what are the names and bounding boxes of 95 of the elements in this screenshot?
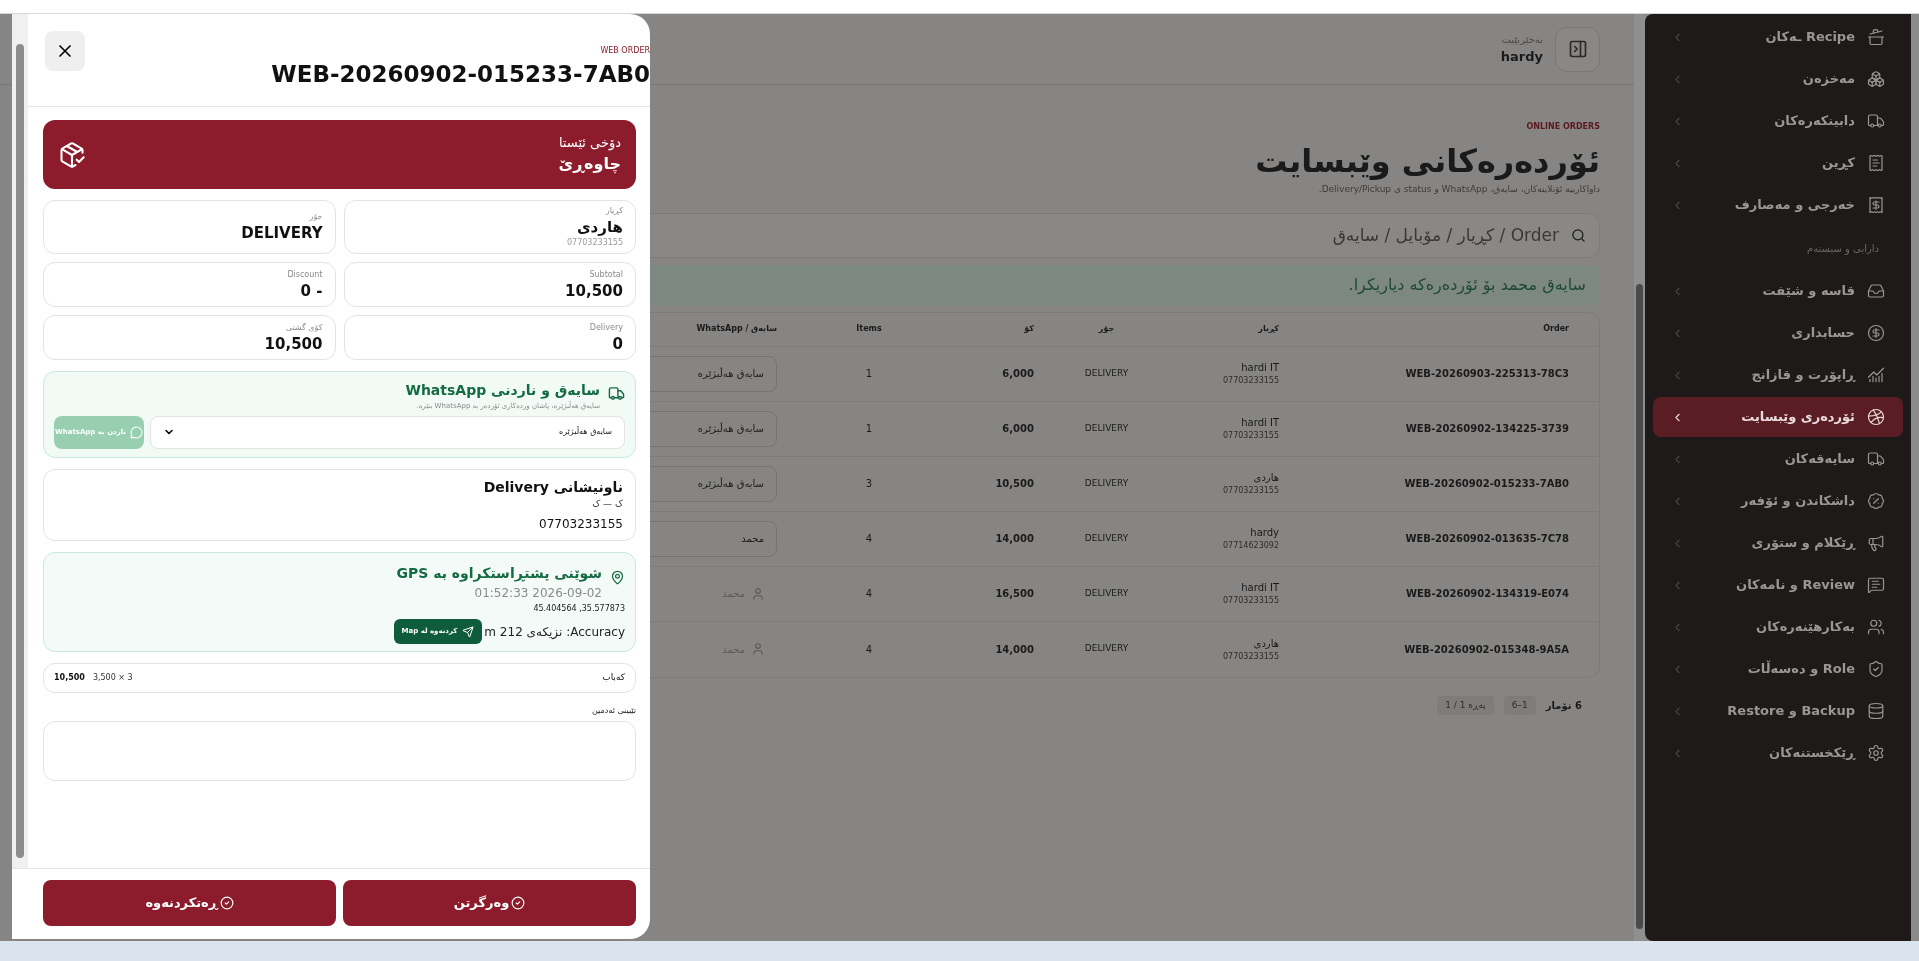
- customer-phone: 07703233155: [1223, 650, 1279, 663]
- info-value: 10,500: [565, 280, 623, 301]
- info-label: Discount: [287, 268, 323, 281]
- info-label: Subtotal: [589, 268, 623, 281]
- sidebar-item[interactable]: Recipe ـەکان: [1653, 17, 1903, 57]
- sidebar-item[interactable]: قاسە و شێفت: [1653, 271, 1903, 311]
- section-label: دارایی و سیستەم: [1806, 241, 1879, 256]
- customer-phone: 07703233155: [1223, 430, 1279, 442]
- dialog-title: WEB-20260902-015233-7AB0: [271, 60, 650, 89]
- info-value: 0: [612, 333, 623, 354]
- item-count: 4: [864, 587, 874, 601]
- info-label: جۆر: [309, 211, 323, 223]
- order-total: 6,000: [1001, 367, 1034, 381]
- page-eyebrow: ONLINE ORDERS: [1526, 121, 1600, 133]
- dialog-eyebrow: WEB ORDER: [600, 45, 650, 57]
- sidebar-item[interactable]: کڕین: [1653, 143, 1903, 183]
- gps-coordinates: 35.577873, 45.404564: [533, 603, 625, 615]
- sidebar-item[interactable]: خەرجی و مەصارف: [1653, 185, 1903, 225]
- item-count: 1: [864, 367, 874, 381]
- sidebar-item[interactable]: Review و نامەکان: [1653, 565, 1903, 605]
- info-sub: 07703233155: [567, 237, 623, 249]
- info-value: 0 -: [300, 280, 323, 301]
- item-count: 4: [864, 532, 874, 546]
- sidebar-item[interactable]: ڕێکخستنەکان: [1653, 733, 1903, 773]
- driver-select[interactable]: سایەق هەڵبژێرە: [150, 415, 625, 449]
- column-header: جۆر: [1098, 323, 1115, 335]
- item-total: 10,500: [54, 672, 85, 684]
- page-badge: پەڕە 1 / 1: [1437, 695, 1494, 715]
- action-button[interactable]: ڕەتکردنەوە: [43, 880, 336, 926]
- sidebar-item[interactable]: داشکاندن و ئۆفەر: [1653, 481, 1903, 521]
- customer-phone: 07703233155: [1223, 595, 1279, 607]
- item-count: 3: [864, 477, 874, 491]
- order-type: DELIVERY: [1083, 642, 1130, 656]
- range-badge: 1–6: [1503, 695, 1536, 715]
- customer-name: hardi IT: [1241, 581, 1279, 595]
- sidebar-item[interactable]: حسابداری: [1653, 313, 1903, 353]
- page-title: ئۆردەرەکانی وێبسایت: [1255, 141, 1600, 182]
- order-id: WEB-20260902-015233-7AB0: [1403, 477, 1569, 491]
- note-label: تێبینی ئەدمین: [592, 705, 636, 717]
- column-header: کۆ: [1024, 323, 1034, 335]
- user-name: hardy: [1500, 47, 1543, 66]
- order-type: DELIVERY: [1083, 586, 1130, 600]
- column-header: کڕیار: [1258, 323, 1279, 335]
- column-header: Order: [1543, 323, 1569, 335]
- page-subtitle: داواکارییە ئۆنلاینەکان، سایەق، WhatsApp و status ی Delivery/Pickup.: [1318, 183, 1600, 196]
- sidebar-item[interactable]: Backup و Restore: [1653, 691, 1903, 731]
- gps-title: شوێنی پشتڕاستکراوە بە GPS: [396, 564, 602, 584]
- customer-name: hardi IT: [1241, 361, 1279, 375]
- sidebar-item[interactable]: ڕێکلام و ستۆری: [1653, 523, 1903, 563]
- sidebar-item[interactable]: دابینکەرەکان: [1653, 101, 1903, 141]
- gps-time: 2026-09-02 01:52:33: [474, 585, 602, 602]
- item-count: 4: [864, 642, 874, 657]
- item-name: کەباب: [602, 671, 625, 685]
- item-count: 1: [864, 422, 874, 436]
- gps-accuracy: Accuracy: نزیکەی 212 m: [484, 623, 625, 641]
- order-type: DELIVERY: [1083, 531, 1130, 545]
- record-count: 6 تۆمار: [1545, 698, 1582, 713]
- order-id: WEB-20260902-134319-E074: [1404, 587, 1569, 601]
- column-header: Items: [856, 323, 882, 335]
- customer-name: هاردی: [1253, 636, 1279, 651]
- order-type: DELIVERY: [1083, 476, 1130, 490]
- info-label: کۆی گشتی: [285, 321, 323, 334]
- customer-name: hardy: [1250, 526, 1279, 540]
- action-button[interactable]: وەرگرتن: [343, 880, 636, 926]
- order-total: 10,500: [994, 477, 1034, 491]
- order-total: 6,000: [1001, 422, 1034, 436]
- customer-phone: 07703233155: [1223, 485, 1279, 497]
- customer-phone: 07703233155: [1223, 375, 1279, 387]
- order-id: WEB-20260902-013635-7C78: [1404, 532, 1569, 546]
- info-label: Delivery: [589, 321, 623, 334]
- order-total: 16,500: [994, 587, 1034, 601]
- customer-name: هاردی: [1253, 471, 1279, 485]
- order-type: DELIVERY: [1083, 421, 1130, 435]
- order-total: 14,000: [994, 642, 1034, 657]
- sidebar-item[interactable]: سایەقەکان: [1653, 439, 1903, 479]
- info-value: DELIVERY: [241, 223, 323, 243]
- order-total: 14,000: [994, 532, 1034, 546]
- order-type: DELIVERY: [1083, 366, 1130, 380]
- status-label: دۆخی ئێستا: [558, 133, 621, 153]
- order-id: WEB-20260902-134225-3739: [1404, 422, 1569, 436]
- status-value: چاوەڕێ: [558, 153, 621, 176]
- greeting-text: بەخێربێیت: [1501, 32, 1543, 47]
- order-id: WEB-20260903-225313-78C3: [1404, 367, 1569, 381]
- sidebar-item[interactable]: Role و دەسەڵات: [1653, 649, 1903, 689]
- sidebar-item[interactable]: ڕاپۆرت و قازانج: [1653, 355, 1903, 395]
- info-value: هاردی: [576, 217, 623, 237]
- column-header: سایەق / WhatsApp: [696, 323, 777, 335]
- customer-name: hardi IT: [1241, 416, 1279, 430]
- sidebar-item[interactable]: بەکارهێنەرەکان: [1653, 607, 1903, 647]
- customer-phone: 07714623092: [1223, 540, 1279, 552]
- sidebar-item[interactable]: ئۆردەری وێبسایت: [1653, 397, 1903, 437]
- item-quantity: 3 × 3,500: [92, 672, 133, 684]
- sidebar-item[interactable]: مەخزەن: [1653, 59, 1903, 99]
- info-value: 10,500: [264, 333, 323, 354]
- order-id: WEB-20260902-015348-9A5A: [1403, 642, 1569, 657]
